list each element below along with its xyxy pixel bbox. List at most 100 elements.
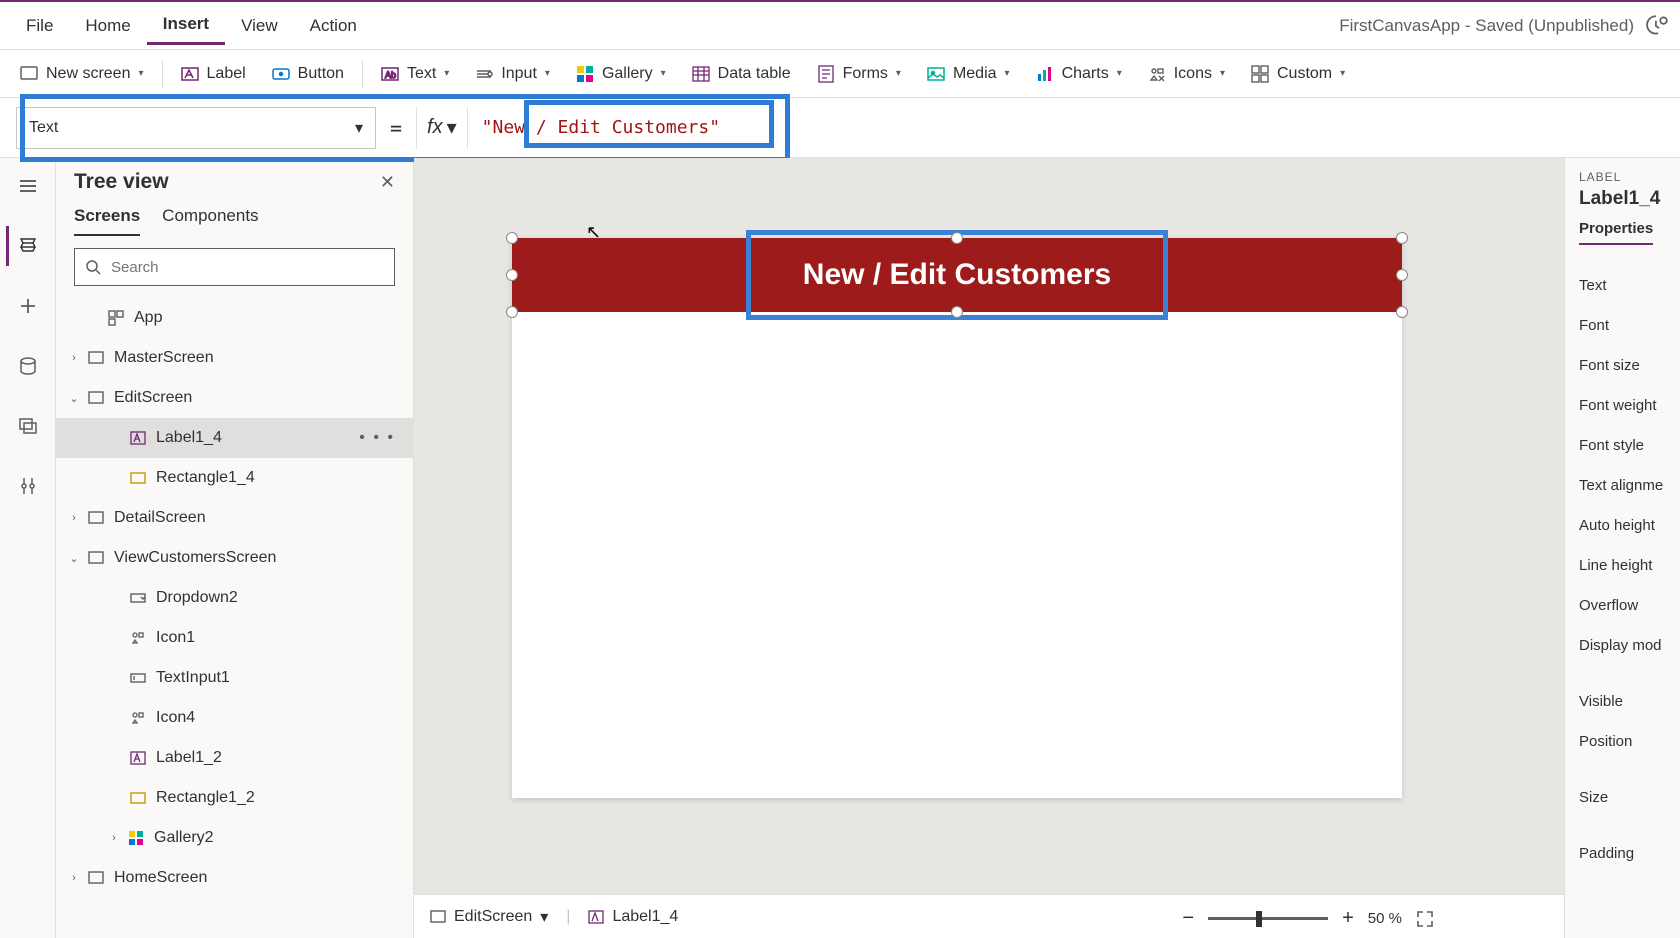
property-row[interactable]: Font style bbox=[1579, 425, 1680, 465]
data-table-button[interactable]: Data table bbox=[680, 59, 803, 89]
tree-node-viewcustomers[interactable]: ⌄ ViewCustomersScreen bbox=[56, 538, 413, 578]
rectangle-icon bbox=[128, 788, 148, 808]
formula-input[interactable]: "New / Edit Customers" bbox=[467, 107, 1680, 149]
chevron-down-icon[interactable]: ⌄ bbox=[66, 552, 82, 565]
tree-node-gallery2[interactable]: › Gallery2 bbox=[56, 818, 413, 858]
button-button[interactable]: Button bbox=[260, 59, 356, 89]
label-icon bbox=[181, 65, 199, 83]
icons-dropdown[interactable]: Icons▾ bbox=[1136, 59, 1237, 89]
table-icon bbox=[692, 65, 710, 83]
tree-node-icon4[interactable]: Icon4 bbox=[56, 698, 413, 738]
design-canvas[interactable]: New / Edit Customers bbox=[512, 238, 1402, 798]
chevron-down-icon[interactable]: ⌄ bbox=[66, 392, 82, 405]
textinput-icon bbox=[128, 668, 148, 688]
custom-icon bbox=[1251, 65, 1269, 83]
property-row[interactable]: Padding bbox=[1579, 833, 1680, 873]
tree-node-label12[interactable]: Label1_2 bbox=[56, 738, 413, 778]
tree-node-masterscreen[interactable]: › MasterScreen bbox=[56, 338, 413, 378]
media-pane-icon[interactable] bbox=[8, 406, 48, 446]
chevron-right-icon[interactable]: › bbox=[66, 872, 82, 884]
chevron-right-icon[interactable]: › bbox=[66, 352, 82, 364]
menu-action[interactable]: Action bbox=[294, 8, 373, 44]
menu-file[interactable]: File bbox=[10, 8, 69, 44]
tab-screens[interactable]: Screens bbox=[74, 206, 140, 236]
property-row[interactable]: Text bbox=[1579, 265, 1680, 305]
property-row[interactable]: Visible bbox=[1579, 681, 1680, 721]
property-row[interactable]: Font size bbox=[1579, 345, 1680, 385]
tree-node-textinput1[interactable]: TextInput1 bbox=[56, 658, 413, 698]
property-row[interactable]: Line height bbox=[1579, 545, 1680, 585]
menu-insert[interactable]: Insert bbox=[147, 6, 225, 45]
search-input[interactable] bbox=[109, 258, 384, 277]
media-dropdown[interactable]: Media▾ bbox=[915, 59, 1022, 89]
new-screen-button[interactable]: New screen▾ bbox=[8, 59, 156, 89]
dropdown-icon bbox=[128, 588, 148, 608]
zoom-out-button[interactable]: − bbox=[1182, 907, 1194, 930]
charts-icon bbox=[1036, 65, 1054, 83]
tree-search[interactable] bbox=[74, 248, 395, 286]
property-row[interactable]: Font bbox=[1579, 305, 1680, 345]
properties-tab[interactable]: Properties bbox=[1579, 220, 1653, 245]
property-row[interactable]: Display mod bbox=[1579, 625, 1680, 665]
fit-to-window-icon[interactable] bbox=[1416, 910, 1434, 928]
insert-pane-icon[interactable] bbox=[8, 286, 48, 326]
menu-view[interactable]: View bbox=[225, 8, 294, 44]
insert-ribbon: New screen▾ Label Button Ab Text▾ Input▾… bbox=[0, 50, 1680, 98]
screen-icon bbox=[86, 548, 106, 568]
fx-button[interactable]: fx▾ bbox=[416, 107, 467, 149]
property-row[interactable]: Text alignme bbox=[1579, 465, 1680, 505]
canvas-area[interactable]: New / Edit Customers ↖ EditScreen ▾ | bbox=[414, 158, 1564, 938]
tree-view-icon[interactable] bbox=[6, 226, 46, 266]
tree-node-app[interactable]: App bbox=[56, 298, 413, 338]
custom-dropdown[interactable]: Custom▾ bbox=[1239, 59, 1357, 89]
hamburger-icon[interactable] bbox=[8, 166, 48, 206]
property-row[interactable]: Overflow bbox=[1579, 585, 1680, 625]
close-icon[interactable]: ✕ bbox=[380, 172, 395, 193]
control-name: Label1_4 bbox=[1579, 188, 1680, 210]
input-dropdown[interactable]: Input▾ bbox=[463, 59, 562, 89]
property-row bbox=[1579, 817, 1680, 833]
data-icon[interactable] bbox=[8, 346, 48, 386]
tree-node-homescreen[interactable]: › HomeScreen bbox=[56, 858, 413, 898]
property-row[interactable]: Size bbox=[1579, 777, 1680, 817]
zoom-slider[interactable] bbox=[1208, 917, 1328, 920]
gallery-dropdown[interactable]: Gallery▾ bbox=[564, 59, 678, 89]
label-button[interactable]: Label bbox=[169, 59, 258, 89]
chevron-right-icon[interactable]: › bbox=[106, 832, 122, 844]
tree-node-label14[interactable]: Label1_4 • • • bbox=[56, 418, 413, 458]
label-icon bbox=[128, 748, 148, 768]
chevron-right-icon[interactable]: › bbox=[66, 512, 82, 524]
icons-icon bbox=[1148, 65, 1166, 83]
property-row[interactable]: Font weight bbox=[1579, 385, 1680, 425]
property-row[interactable]: Position bbox=[1579, 721, 1680, 761]
rectangle-icon bbox=[128, 468, 148, 488]
chevron-down-icon: ▾ bbox=[138, 68, 143, 79]
input-icon bbox=[475, 65, 493, 83]
forms-dropdown[interactable]: Forms▾ bbox=[805, 59, 913, 89]
advanced-tools-icon[interactable] bbox=[8, 466, 48, 506]
property-selector[interactable]: Text ▾ bbox=[16, 107, 376, 149]
more-icon[interactable]: • • • bbox=[359, 429, 395, 447]
app-checker-icon[interactable] bbox=[1644, 13, 1670, 39]
tree-node-icon1[interactable]: Icon1 bbox=[56, 618, 413, 658]
button-icon bbox=[272, 65, 290, 83]
tree-node-dropdown2[interactable]: Dropdown2 bbox=[56, 578, 413, 618]
header-label[interactable]: New / Edit Customers bbox=[752, 238, 1162, 312]
screen-icon bbox=[86, 868, 106, 888]
zoom-in-button[interactable]: + bbox=[1342, 907, 1354, 930]
tree-node-editscreen[interactable]: ⌄ EditScreen bbox=[56, 378, 413, 418]
svg-text:Ab: Ab bbox=[385, 70, 396, 80]
screen-icon bbox=[86, 348, 106, 368]
property-row[interactable]: Auto height bbox=[1579, 505, 1680, 545]
tree-node-detailscreen[interactable]: › DetailScreen bbox=[56, 498, 413, 538]
gallery-icon bbox=[576, 65, 594, 83]
text-dropdown[interactable]: Ab Text▾ bbox=[369, 59, 461, 89]
tab-components[interactable]: Components bbox=[162, 206, 258, 236]
charts-dropdown[interactable]: Charts▾ bbox=[1024, 59, 1134, 89]
tree-node-rect14[interactable]: Rectangle1_4 bbox=[56, 458, 413, 498]
breadcrumb-control[interactable]: Label1_4 bbox=[588, 908, 678, 926]
breadcrumb-screen[interactable]: EditScreen ▾ bbox=[430, 907, 548, 927]
equals-sign: = bbox=[390, 116, 402, 140]
menu-home[interactable]: Home bbox=[69, 8, 146, 44]
tree-node-rect12[interactable]: Rectangle1_2 bbox=[56, 778, 413, 818]
